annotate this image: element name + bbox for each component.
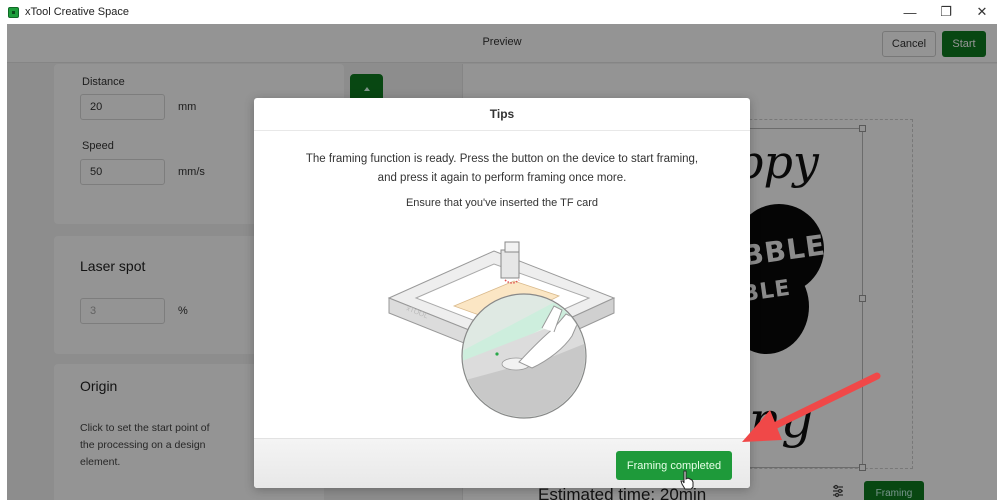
dialog-title: Tips — [254, 98, 750, 131]
minimize-button[interactable]: — — [892, 0, 928, 24]
window-titlebar: xTool Creative Space — ❐ ✕ — [0, 0, 1000, 24]
hand-cursor-icon — [680, 470, 694, 490]
annotation-arrow-icon — [742, 372, 881, 442]
framing-completed-button[interactable]: Framing completed — [616, 451, 732, 480]
app-logo-icon — [8, 6, 19, 18]
dialog-footer: Framing completed — [254, 438, 750, 488]
restore-button[interactable]: ❐ — [928, 0, 964, 24]
framing-illustration: xTOOL — [387, 241, 616, 419]
tips-dialog: Tips The framing function is ready. Pres… — [254, 98, 750, 488]
app-title: xTool Creative Space — [25, 6, 129, 18]
dialog-note: Ensure that you've inserted the TF card — [405, 197, 599, 209]
dialog-message: The framing function is ready. Press the… — [254, 150, 750, 188]
close-button[interactable]: ✕ — [964, 0, 1000, 24]
dialog-message-line: and press it again to perform framing on… — [377, 172, 627, 184]
dialog-message-line: The framing function is ready. Press the… — [305, 153, 699, 165]
window-controls: — ❐ ✕ — [892, 0, 1000, 24]
